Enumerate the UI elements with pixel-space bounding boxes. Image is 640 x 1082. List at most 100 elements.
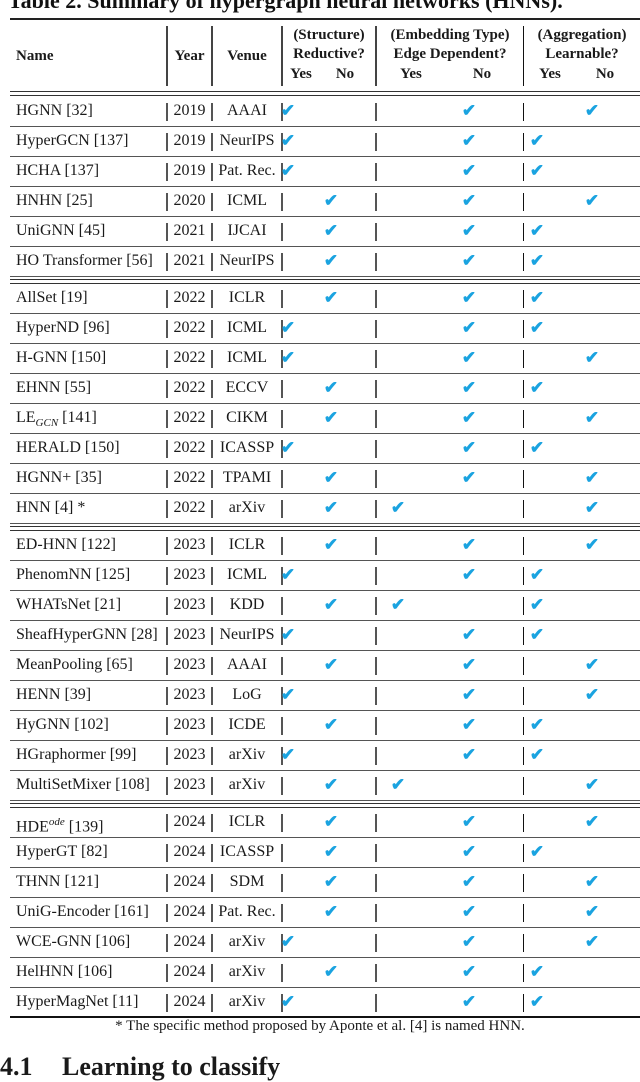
table-row: MultiSetMixer [108] 2023 arXiv ✔ ✔ ✔ bbox=[10, 771, 640, 801]
checkmark-icon: ✔ bbox=[461, 438, 477, 457]
checkmark-icon: ✔ bbox=[529, 318, 545, 337]
row-name-suffix: [141] bbox=[58, 409, 97, 426]
row-year: 2023 bbox=[173, 566, 206, 583]
checkmark-icon: ✔ bbox=[584, 468, 600, 487]
checkmark-icon: ✔ bbox=[280, 438, 296, 457]
column-divider bbox=[281, 874, 283, 892]
row-name-text: HNN [4] * bbox=[16, 499, 86, 516]
row-year: 2023 bbox=[173, 716, 206, 733]
column-divider bbox=[281, 537, 283, 555]
section-number: 4.1 bbox=[0, 1052, 33, 1081]
column-divider bbox=[523, 567, 525, 585]
header-double-rule bbox=[10, 91, 640, 96]
column-divider bbox=[523, 133, 525, 151]
row-name-text: MultiSetMixer [108] bbox=[16, 776, 150, 793]
row-name: HyperGT [82] bbox=[16, 838, 108, 866]
row-name: LEGCN [141] bbox=[16, 404, 97, 432]
column-divider bbox=[281, 657, 283, 675]
column-divider bbox=[281, 597, 283, 615]
column-divider bbox=[281, 777, 283, 795]
row-venue: ICDE bbox=[228, 716, 266, 733]
checkmark-icon: ✔ bbox=[461, 378, 477, 397]
row-year: 2022 bbox=[173, 319, 206, 336]
row-name: PhenomNN [125] bbox=[16, 561, 130, 589]
column-divider bbox=[523, 410, 525, 428]
row-venue: ICLR bbox=[228, 536, 266, 553]
column-divider bbox=[281, 844, 283, 862]
checkmark-icon: ✔ bbox=[584, 775, 600, 794]
table-footnote: * The specific method proposed by Aponte… bbox=[115, 1018, 525, 1034]
row-venue: ICML bbox=[227, 319, 267, 336]
column-divider bbox=[281, 904, 283, 922]
table-row: SheafHyperGNN [28] 2023 NeurIPS ✔ ✔ ✔ bbox=[10, 621, 640, 651]
row-year: 2024 bbox=[173, 993, 206, 1010]
checkmark-icon: ✔ bbox=[529, 962, 545, 981]
column-divider bbox=[281, 410, 283, 428]
column-divider bbox=[523, 964, 525, 982]
row-venue: AAAI bbox=[227, 102, 267, 119]
row-venue: LoG bbox=[232, 686, 262, 703]
checkmark-icon: ✔ bbox=[461, 992, 477, 1011]
row-name: HyGNN [102] bbox=[16, 711, 109, 739]
row-name-text: SheafHyperGNN [28] bbox=[16, 626, 158, 643]
row-venue: ICASSP bbox=[219, 439, 275, 456]
row-name-text: EHNN [55] bbox=[16, 379, 92, 396]
row-venue: ECCV bbox=[225, 379, 269, 396]
checkmark-icon: ✔ bbox=[323, 595, 339, 614]
checkmark-icon: ✔ bbox=[461, 565, 477, 584]
row-name: HNHN [25] bbox=[16, 187, 93, 215]
row-name-text: THNN [121] bbox=[16, 873, 100, 890]
column-divider bbox=[375, 597, 377, 615]
checkmark-icon: ✔ bbox=[461, 685, 477, 704]
table-row: H-GNN [150] 2022 ICML ✔ ✔ ✔ bbox=[10, 344, 640, 374]
row-venue: ICML bbox=[227, 349, 267, 366]
column-divider bbox=[523, 994, 525, 1012]
row-name-text: HGNN [32] bbox=[16, 102, 93, 119]
row-venue: Pat. Rec. bbox=[218, 903, 276, 920]
checkmark-icon: ✔ bbox=[529, 745, 545, 764]
column-divider bbox=[375, 163, 377, 181]
checkmark-icon: ✔ bbox=[461, 842, 477, 861]
row-name-text: HelHNN [106] bbox=[16, 963, 113, 980]
section-heading: 4.1 Learning to classify bbox=[0, 1052, 280, 1082]
column-divider bbox=[523, 627, 525, 645]
checkmark-icon: ✔ bbox=[280, 161, 296, 180]
column-divider bbox=[281, 290, 283, 308]
column-divider bbox=[523, 223, 525, 241]
row-name-text: LE bbox=[16, 409, 36, 426]
column-divider bbox=[523, 500, 525, 518]
checkmark-icon: ✔ bbox=[529, 992, 545, 1011]
checkmark-icon: ✔ bbox=[461, 715, 477, 734]
table-row: HO Transformer [56] 2021 NeurIPS ✔ ✔ ✔ bbox=[10, 247, 640, 277]
column-divider bbox=[523, 657, 525, 675]
row-name: HGraphormer [99] bbox=[16, 741, 136, 769]
checkmark-icon: ✔ bbox=[584, 348, 600, 367]
column-divider bbox=[375, 567, 377, 585]
row-name-text: HyperGCN [137] bbox=[16, 132, 129, 149]
row-year: 2023 bbox=[173, 656, 206, 673]
checkmark-icon: ✔ bbox=[461, 318, 477, 337]
column-divider bbox=[375, 844, 377, 862]
row-name-text: HERALD [150] bbox=[16, 439, 120, 456]
column-divider bbox=[375, 747, 377, 765]
table-row: HNHN [25] 2020 ICML ✔ ✔ ✔ bbox=[10, 187, 640, 217]
checkmark-icon: ✔ bbox=[461, 745, 477, 764]
table-row: UniGNN [45] 2021 IJCAI ✔ ✔ ✔ bbox=[10, 217, 640, 247]
column-divider bbox=[281, 814, 283, 832]
row-name: HDEode [139] bbox=[16, 808, 103, 836]
row-name: HNN [4] * bbox=[16, 494, 85, 522]
table-row: HGraphormer [99] 2023 arXiv ✔ ✔ ✔ bbox=[10, 741, 640, 771]
column-divider bbox=[281, 223, 283, 241]
table-row: HyperMagNet [11] 2024 arXiv ✔ ✔ ✔ bbox=[10, 988, 640, 1018]
row-year: 2023 bbox=[173, 626, 206, 643]
table-row: HGNN+ [35] 2022 TPAMI ✔ ✔ ✔ bbox=[10, 464, 640, 494]
column-divider bbox=[523, 193, 525, 211]
row-name: ED-HNN [122] bbox=[16, 531, 116, 559]
row-year: 2023 bbox=[173, 686, 206, 703]
row-year: 2021 bbox=[173, 252, 206, 269]
checkmark-icon: ✔ bbox=[390, 595, 406, 614]
row-year: 2023 bbox=[173, 536, 206, 553]
checkmark-icon: ✔ bbox=[461, 932, 477, 951]
column-divider bbox=[523, 747, 525, 765]
column-divider bbox=[375, 380, 377, 398]
